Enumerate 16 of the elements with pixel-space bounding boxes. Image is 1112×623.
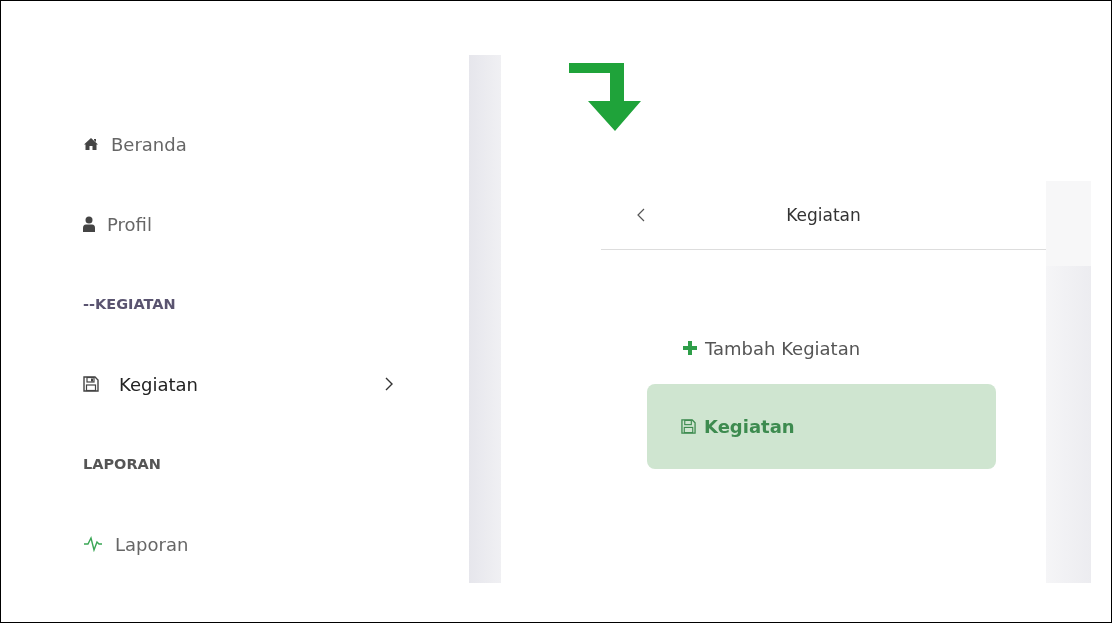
turn-down-arrow-icon <box>569 63 643 133</box>
plus-icon <box>683 341 697 355</box>
user-icon <box>83 216 95 232</box>
sidebar-item[interactable]: Kegiatan <box>83 369 423 399</box>
section-header: LAPORAN <box>83 455 162 474</box>
chevron-right-icon <box>385 377 393 391</box>
sidebar-item[interactable]: Beranda <box>83 129 423 159</box>
pulse-icon <box>83 536 103 552</box>
home-icon <box>83 137 99 151</box>
submenu-title: Kegiatan <box>786 205 861 225</box>
submenu-item[interactable]: Tambah Kegiatan <box>647 326 996 370</box>
section-header: --KEGIATAN <box>83 295 177 314</box>
chevron-left-icon[interactable] <box>637 208 645 222</box>
sidebar-item[interactable]: Laporan <box>83 529 423 559</box>
sidebar-item[interactable]: Profil <box>83 209 423 239</box>
submenu-item[interactable]: Kegiatan <box>647 384 996 469</box>
